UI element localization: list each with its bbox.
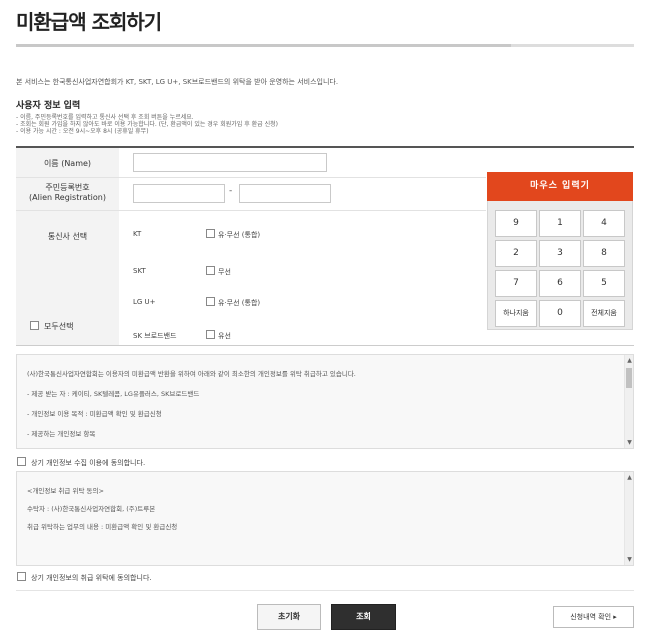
scroll-up-icon[interactable]: ▲ [625,357,633,364]
keypad-backspace-button[interactable]: 하나지움 [495,300,537,327]
outsourcing-agree-checkbox[interactable] [17,572,26,581]
terms-scrollbar[interactable]: ▲ ▼ [624,355,633,448]
view-history-button[interactable]: 신청내역 확인 ▸ [553,606,634,628]
terms-scrollbar[interactable]: ▲ ▼ [624,472,633,565]
id-label-english: (Alien Registration) [29,193,106,202]
keypad-clear-all-button[interactable]: 전체지움 [583,300,625,327]
keypad-key-4[interactable]: 4 [583,210,625,237]
id-dash: - [229,186,233,196]
form-top-border [16,146,634,148]
carrier-skb-checkbox[interactable] [206,330,215,339]
carrier-skt-checkbox[interactable] [206,266,215,275]
reset-button[interactable]: 초기화 [257,604,321,630]
outsourcing-terms-box[interactable]: <개인정보 취급 위탁 동의> 수탁자 : (사)한국통신사업자연합회, (주)… [16,471,634,566]
form-bottom-border [16,345,634,346]
keypad-key-5[interactable]: 5 [583,270,625,297]
keypad-title: 마우스 입력기 [487,172,633,201]
terms-line: 취급 위탁하는 업무의 내용 : 미환급액 확인 및 환급신청 [27,523,178,531]
scroll-up-icon[interactable]: ▲ [625,474,633,481]
id-label: 주민등록번호 (Alien Registration) [16,183,119,203]
title-divider-accent [16,44,511,47]
scroll-down-icon[interactable]: ▼ [625,556,633,563]
page-title: 미환급액 조회하기 [16,10,162,34]
search-button[interactable]: 조회 [331,604,396,630]
outsourcing-agree-label: 상기 개인정보의 취급 위탁에 동의합니다. [31,574,152,582]
service-intro: 본 서비스는 한국통신사업자연합회가 KT, SKT, LG U+, SK브로드… [16,78,339,86]
select-all-label: 모두선택 [44,322,74,331]
terms-line: (사)한국통신사업자연합회는 이용자의 미환급액 반환을 위하여 아래와 같이 … [27,370,356,378]
carrier-name: SKT [133,267,146,275]
carrier-name: LG U+ [133,298,156,306]
row-divider [16,210,486,211]
carrier-option-label: 유선 [218,332,231,340]
note-line: - 이용 가능 시간 : 오전 9시~오후 8시 (공휴일 휴무) [16,128,149,135]
carrier-name: KT [133,230,142,238]
privacy-terms-text: (사)한국통신사업자연합회는 이용자의 미환급액 반환을 위하여 아래와 같이 … [27,369,617,439]
carrier-option-label: 유·무선 (통합) [218,299,261,307]
keypad-key-7[interactable]: 7 [495,270,537,297]
carrier-lgu-checkbox[interactable] [206,297,215,306]
keypad-key-1[interactable]: 1 [539,210,581,237]
footer-divider [16,590,634,591]
carrier-option-label: 유·무선 (통합) [218,231,261,239]
terms-line: 수탁자 : (사)한국통신사업자연합회, (주)트루본 [27,505,156,513]
keypad-key-9[interactable]: 9 [495,210,537,237]
note-line: - 조회는 회원 가입을 하지 않아도 바로 이용 가능합니다. (단, 환급액… [16,121,278,128]
id-back-input[interactable] [239,184,331,203]
privacy-agree-label: 상기 개인정보 수집 이용에 동의합니다. [31,459,146,467]
terms-line: - 제공하는 개인정보 항목 [27,430,96,438]
row-divider [16,177,486,178]
scroll-down-icon[interactable]: ▼ [625,439,633,446]
terms-line: - 제공 받는 자 : 케이티, SK텔레콤, LG유플러스, SK브로드밴드 [27,390,200,398]
terms-line: - 개인정보 이용 목적 : 미환급액 확인 및 환급신청 [27,410,162,418]
keypad-key-2[interactable]: 2 [495,240,537,267]
id-front-input[interactable] [133,184,225,203]
keypad-key-3[interactable]: 3 [539,240,581,267]
keypad-key-8[interactable]: 8 [583,240,625,267]
carrier-label: 통신사 선택 [47,232,88,241]
select-all-checkbox[interactable] [30,321,39,330]
carrier-name: SK 브로드밴드 [133,332,177,340]
name-input[interactable] [133,153,327,172]
id-label-korean: 주민등록번호 [45,183,90,192]
carrier-kt-checkbox[interactable] [206,229,215,238]
section-title: 사용자 정보 입력 [16,101,81,111]
keypad-key-6[interactable]: 6 [539,270,581,297]
carrier-option-label: 무선 [218,268,231,276]
instruction-notes: - 이름, 주민등록번호를 입력하고 통신사 선택 후 조회 버튼을 누르세요.… [16,114,278,135]
outsourcing-terms-text: <개인정보 취급 위탁 동의> 수탁자 : (사)한국통신사업자연합회, (주)… [27,486,617,532]
terms-line: <개인정보 취급 위탁 동의> [27,487,104,495]
name-label: 이름 (Name) [43,159,92,168]
keypad-key-0[interactable]: 0 [539,300,581,327]
privacy-terms-box[interactable]: (사)한국통신사업자연합회는 이용자의 미환급액 반환을 위하여 아래와 같이 … [16,354,634,449]
scrollbar-thumb[interactable] [626,368,632,388]
privacy-agree-checkbox[interactable] [17,457,26,466]
note-line: - 이름, 주민등록번호를 입력하고 통신사 선택 후 조회 버튼을 누르세요. [16,114,194,121]
keypad-panel: 9 1 4 2 3 8 7 6 5 하나지움 0 전체지움 [487,201,633,330]
